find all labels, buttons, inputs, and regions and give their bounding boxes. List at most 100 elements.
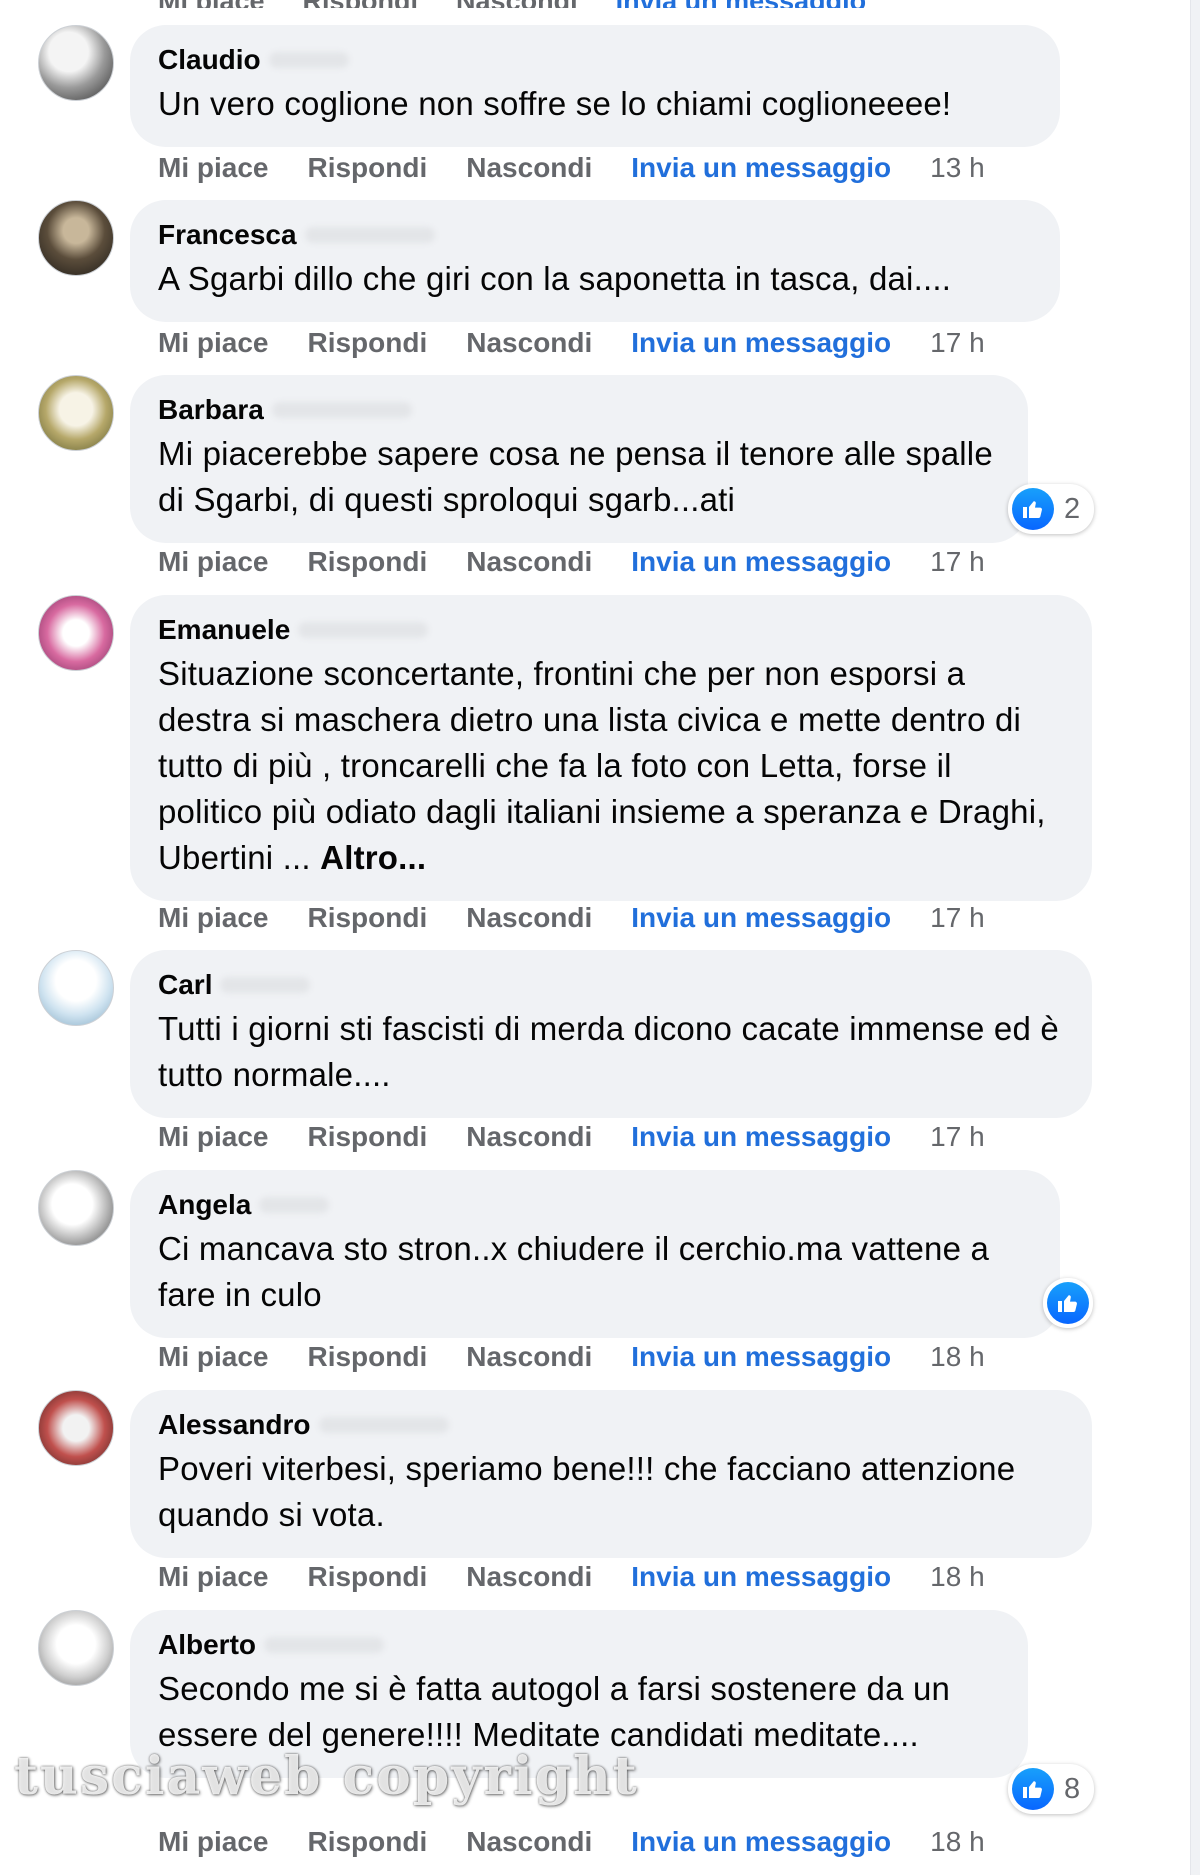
redacted-surname xyxy=(220,977,311,993)
avatar[interactable] xyxy=(38,25,114,101)
avatar[interactable] xyxy=(38,375,114,451)
author-name[interactable]: Alberto xyxy=(158,1628,256,1662)
comment-bubble: Emanuele Situazione sconcertante, fronti… xyxy=(130,595,1092,901)
avatar[interactable] xyxy=(38,200,114,276)
send-message-action[interactable]: Invia un messaggio xyxy=(631,1341,891,1373)
comment-text: Secondo me si è fatta autogol a farsi so… xyxy=(158,1670,951,1753)
comment-bubble: Angela Ci mancava sto stron..x chiudere … xyxy=(130,1170,1060,1338)
hide-action[interactable]: Nascondi xyxy=(466,546,592,578)
hide-action[interactable]: Nascondi xyxy=(466,327,592,359)
author-name[interactable]: Angela xyxy=(158,1188,251,1222)
redacted-surname xyxy=(264,1637,384,1653)
send-message-action[interactable]: Invia un messaggio xyxy=(631,902,891,934)
comment-actions: Mi piace Rispondi Nascondi Invia un mess… xyxy=(158,152,985,184)
like-action[interactable]: Mi piace xyxy=(158,546,268,578)
reaction-summary[interactable] xyxy=(1043,1278,1093,1328)
comment-text: Tutti i giorni sti fascisti di merda dic… xyxy=(158,1010,1059,1093)
author-name[interactable]: Barbara xyxy=(158,393,264,427)
timestamp[interactable]: 18 h xyxy=(930,1826,985,1858)
like-action[interactable]: Mi piace xyxy=(158,902,268,934)
timestamp[interactable]: 17 h xyxy=(930,327,985,359)
reply-action[interactable]: Rispondi xyxy=(303,0,419,8)
comment-text: Poveri viterbesi, speriamo bene!!! che f… xyxy=(158,1450,1016,1533)
hide-action[interactable]: Nascondi xyxy=(466,1121,592,1153)
like-reaction-icon xyxy=(1012,1768,1054,1810)
like-action[interactable]: Mi piace xyxy=(158,327,268,359)
send-message-action[interactable]: Invia un messaggio xyxy=(631,327,891,359)
hide-action[interactable]: Nascondi xyxy=(466,1561,592,1593)
like-action[interactable]: Mi piace xyxy=(158,1826,268,1858)
redacted-surname xyxy=(298,622,429,638)
reply-action[interactable]: Rispondi xyxy=(307,1561,427,1593)
reply-action[interactable]: Rispondi xyxy=(307,1341,427,1373)
author-name[interactable]: Claudio xyxy=(158,43,261,77)
reaction-count: 2 xyxy=(1064,492,1081,525)
like-action[interactable]: Mi piace xyxy=(158,1561,268,1593)
like-action[interactable]: Mi piace xyxy=(158,152,268,184)
redacted-surname xyxy=(318,1417,449,1433)
reply-action[interactable]: Rispondi xyxy=(307,1121,427,1153)
reaction-summary[interactable]: 2 xyxy=(1008,484,1095,534)
reply-action[interactable]: Rispondi xyxy=(307,546,427,578)
author-name[interactable]: Francesca xyxy=(158,218,297,252)
comment-bubble: Carl Tutti i giorni sti fascisti di merd… xyxy=(130,950,1092,1118)
hide-action[interactable]: Nascondi xyxy=(466,152,592,184)
comment-actions: Mi piace Rispondi Nascondi Invia un mess… xyxy=(158,546,985,578)
comment-actions: Mi piace Rispondi Nascondi Invia un mess… xyxy=(158,1121,985,1153)
send-message-action[interactable]: Invia un messaggio xyxy=(631,1121,891,1153)
author-name[interactable]: Alessandro xyxy=(158,1408,311,1442)
reply-action[interactable]: Rispondi xyxy=(307,902,427,934)
avatar[interactable] xyxy=(38,1610,114,1686)
comment-text: Mi piacerebbe sapere cosa ne pensa il te… xyxy=(158,435,993,518)
send-message-action[interactable]: Invia un messaggio xyxy=(631,1826,891,1858)
send-message-action[interactable]: Invia un messaggio xyxy=(631,546,891,578)
avatar[interactable] xyxy=(38,1170,114,1246)
author-name[interactable]: Emanuele xyxy=(158,613,290,647)
like-action[interactable]: Mi piace xyxy=(158,1341,268,1373)
window-edge xyxy=(1190,0,1200,1875)
redacted-surname xyxy=(304,227,435,243)
comment-text: Un vero coglione non soffre se lo chiami… xyxy=(158,85,952,122)
redacted-surname xyxy=(259,1197,330,1213)
hide-action[interactable]: Nascondi xyxy=(466,1826,592,1858)
comment-bubble: Francesca A Sgarbi dillo che giri con la… xyxy=(130,200,1060,322)
timestamp[interactable]: 13 h xyxy=(930,152,985,184)
like-action[interactable]: Mi piace xyxy=(158,1121,268,1153)
avatar[interactable] xyxy=(38,1390,114,1466)
like-action[interactable]: Mi piace xyxy=(158,0,265,8)
redacted-surname xyxy=(268,52,349,68)
comment-text: A Sgarbi dillo che giri con la saponetta… xyxy=(158,260,952,297)
reply-action[interactable]: Rispondi xyxy=(307,152,427,184)
reaction-summary[interactable]: 8 xyxy=(1008,1764,1095,1814)
timestamp[interactable]: 17 h xyxy=(930,902,985,934)
previous-comment-actions: Mi piace Rispondi Nascondi Invia un mess… xyxy=(158,0,866,8)
avatar[interactable] xyxy=(38,950,114,1026)
comment-text: Situazione sconcertante, frontini che pe… xyxy=(158,655,1046,876)
comment-actions: Mi piace Rispondi Nascondi Invia un mess… xyxy=(158,327,985,359)
send-message-action[interactable]: Invia un messaggio xyxy=(631,1561,891,1593)
timestamp[interactable]: 18 h xyxy=(930,1341,985,1373)
comment-text: Ci mancava sto stron..x chiudere il cerc… xyxy=(158,1230,990,1313)
comment-actions: Mi piace Rispondi Nascondi Invia un mess… xyxy=(158,1341,985,1373)
hide-action[interactable]: Nascondi xyxy=(466,902,592,934)
comment-actions: Mi piace Rispondi Nascondi Invia un mess… xyxy=(158,902,985,934)
reaction-count: 8 xyxy=(1064,1772,1081,1805)
hide-action[interactable]: Nascondi xyxy=(466,1341,592,1373)
hide-action[interactable]: Nascondi xyxy=(456,0,578,8)
send-message-action[interactable]: Invia un messaggio xyxy=(631,152,891,184)
like-reaction-icon xyxy=(1012,488,1054,530)
comment-bubble: Alberto Secondo me si è fatta autogol a … xyxy=(130,1610,1028,1778)
reply-action[interactable]: Rispondi xyxy=(307,327,427,359)
avatar[interactable] xyxy=(38,595,114,671)
see-more-link[interactable]: Altro... xyxy=(320,839,426,876)
reply-action[interactable]: Rispondi xyxy=(307,1826,427,1858)
timestamp[interactable]: 17 h xyxy=(930,1121,985,1153)
comment-actions: Mi piace Rispondi Nascondi Invia un mess… xyxy=(158,1561,985,1593)
author-name[interactable]: Carl xyxy=(158,968,212,1002)
timestamp[interactable]: 18 h xyxy=(930,1561,985,1593)
like-reaction-icon xyxy=(1047,1282,1089,1324)
comment-actions: Mi piace Rispondi Nascondi Invia un mess… xyxy=(158,1826,985,1858)
timestamp[interactable]: 17 h xyxy=(930,546,985,578)
send-message-action[interactable]: Invia un messaggio xyxy=(616,0,867,8)
comments-page: Mi piace Rispondi Nascondi Invia un mess… xyxy=(0,0,1200,1875)
